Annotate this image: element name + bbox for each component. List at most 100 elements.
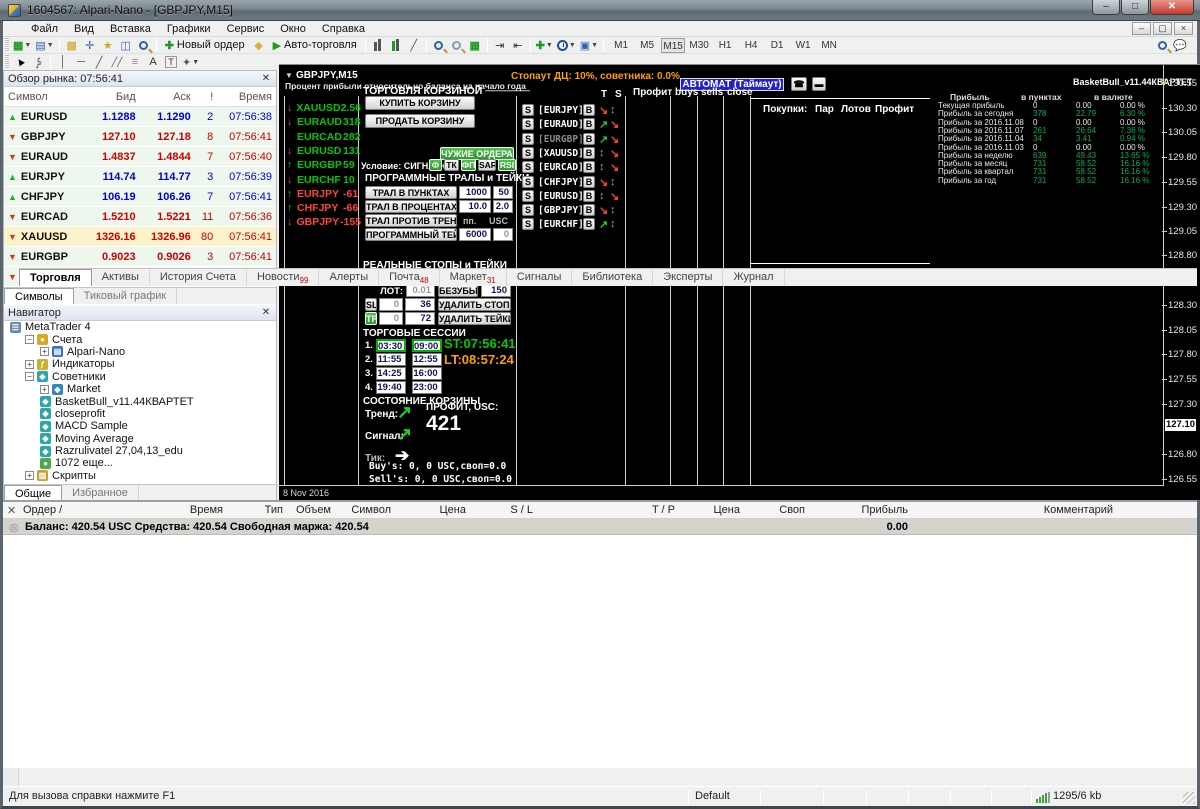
mw-column-header[interactable]: ! bbox=[195, 91, 218, 103]
terminal-tab-Почта[interactable]: Почта48 bbox=[379, 269, 440, 286]
session-from[interactable]: 19:40 bbox=[376, 381, 406, 394]
navigator-item[interactable]: ◆ BasketBull_v11.44КВАРТЕТ bbox=[4, 395, 276, 408]
sell-pair-button[interactable]: S bbox=[522, 104, 534, 116]
signal-button-ФП[interactable]: ФП bbox=[461, 159, 476, 171]
session-to[interactable]: 09:00 bbox=[412, 339, 442, 352]
trail-value-2[interactable]: 2.0 bbox=[493, 200, 513, 213]
trail-button-1[interactable]: ТРАЛ В ПРОЦЕНТАХ bbox=[365, 200, 457, 213]
market-watch-row[interactable]: ▲ EURJPY 114.74 114.77 3 07:56:39 bbox=[4, 167, 276, 187]
market-watch-row[interactable]: ▼ EURCAD 1.5210 1.5221 11 07:56:36 bbox=[4, 207, 276, 227]
horizontal-line-icon[interactable]: ─ bbox=[72, 54, 90, 70]
terminal-tab-История Счета[interactable]: История Счета bbox=[150, 269, 247, 286]
trail-button-0[interactable]: ТРАЛ В ПУНКТАХ bbox=[365, 186, 457, 199]
tree-expand-icon[interactable]: + bbox=[40, 347, 49, 357]
terminal-column-header[interactable]: Цена bbox=[678, 504, 740, 516]
timeframe-m30[interactable]: M30 bbox=[687, 38, 711, 53]
session-to[interactable]: 16:00 bbox=[412, 367, 442, 380]
metaeditor-icon[interactable]: ◆ bbox=[250, 37, 268, 53]
terminal-tab-Активы[interactable]: Активы bbox=[92, 269, 150, 286]
terminal-tab-Эксперты[interactable]: Эксперты bbox=[653, 269, 724, 286]
menu-item-4[interactable]: Сервис bbox=[219, 22, 273, 36]
mw-column-header[interactable]: Символ bbox=[4, 91, 85, 103]
navigator-item[interactable]: ◆ closeprofit bbox=[4, 408, 276, 420]
timeframe-h4[interactable]: H4 bbox=[739, 38, 763, 53]
buy-pair-button[interactable]: B bbox=[583, 218, 595, 231]
mdi-close-button[interactable]: × bbox=[1174, 22, 1193, 35]
market-watch-row[interactable]: ▼ EURAUD 1.4837 1.4844 7 07:56:40 bbox=[4, 147, 276, 167]
minimize-button[interactable]: – bbox=[1092, 0, 1120, 15]
text-icon[interactable]: A bbox=[144, 54, 162, 70]
buy-pair-button[interactable]: B bbox=[583, 189, 595, 202]
close-icon[interactable]: ✕ bbox=[260, 307, 272, 318]
signal-button-Ф[interactable]: Ф bbox=[429, 159, 442, 171]
community-icon[interactable]: 💬 bbox=[1171, 37, 1189, 53]
terminal-column-header[interactable]: Тип bbox=[233, 504, 283, 516]
buy-pair-button[interactable]: B bbox=[583, 175, 595, 188]
navigator-item[interactable]: ● 1072 еще... bbox=[4, 457, 276, 469]
new-chart-icon[interactable]: ▦ ▼ bbox=[11, 37, 33, 53]
menu-item-6[interactable]: Справка bbox=[314, 22, 373, 36]
tree-expand-icon[interactable]: + bbox=[25, 359, 34, 369]
buy-pair-button[interactable]: B bbox=[583, 118, 595, 131]
sl-value-1[interactable]: 0 bbox=[379, 298, 403, 311]
session-from[interactable]: 11:55 bbox=[376, 353, 406, 366]
bar-chart-icon[interactable] bbox=[369, 37, 387, 53]
tree-expand-icon[interactable]: + bbox=[25, 471, 34, 481]
terminal-column-header[interactable]: Прибыль bbox=[808, 504, 908, 516]
tree-expand-icon[interactable]: + bbox=[40, 384, 49, 394]
trail-value-2[interactable]: 50 bbox=[493, 186, 513, 199]
phone-icon[interactable]: ☎ bbox=[791, 77, 807, 91]
close-icon[interactable]: ✕ bbox=[260, 73, 272, 84]
sell-pair-button[interactable]: S bbox=[522, 218, 534, 231]
terminal-tab-Сигналы[interactable]: Сигналы bbox=[507, 269, 573, 286]
mdi-minimize-button[interactable]: – bbox=[1132, 22, 1151, 35]
new-order-button[interactable]: ✚ Новый ордер bbox=[160, 37, 250, 53]
timeframe-m1[interactable]: M1 bbox=[609, 38, 633, 53]
sell-pair-button[interactable]: S bbox=[522, 118, 534, 131]
periods-icon[interactable]: ▼ bbox=[555, 37, 578, 53]
signal-button-SAR[interactable]: SAR bbox=[478, 159, 496, 171]
terminal-tab-Торговля[interactable]: Торговля bbox=[19, 269, 92, 286]
market-watch-row[interactable]: ▼ XAUUSD 1326.16 1326.96 80 07:56:41 bbox=[4, 227, 276, 247]
terminal-column-header[interactable]: Цена bbox=[393, 504, 466, 516]
text-label-icon[interactable]: T bbox=[162, 54, 180, 70]
market-watch-tab-Символы[interactable]: Символы bbox=[4, 288, 74, 304]
maximize-button[interactable]: □ bbox=[1121, 0, 1149, 15]
menu-item-3[interactable]: Графики bbox=[159, 22, 219, 36]
trail-button-3[interactable]: ПРОГРАММНЫЙ ТЕЙК bbox=[365, 228, 457, 241]
terminal-tab-Новости[interactable]: Новости99 bbox=[247, 269, 320, 286]
arrows-icon[interactable]: ✦ ▼ bbox=[180, 54, 201, 70]
terminal-column-header[interactable]: S / L bbox=[468, 504, 533, 516]
sell-pair-button[interactable]: S bbox=[522, 175, 534, 188]
timeframe-m5[interactable]: M5 bbox=[635, 38, 659, 53]
navigator-icon[interactable]: ★ bbox=[99, 37, 117, 53]
menu-item-1[interactable]: Вид bbox=[66, 22, 102, 36]
market-watch-row[interactable]: ▼ EURGBP 0.9023 0.9026 3 07:56:41 bbox=[4, 247, 276, 267]
tp-value-2[interactable]: 72 bbox=[405, 312, 435, 325]
navigator-item[interactable]: + ◆ Market bbox=[4, 383, 276, 395]
sell-basket-button[interactable]: ПРОДАТЬ КОРЗИНУ bbox=[365, 114, 475, 128]
terminal-column-header[interactable]: Символ bbox=[333, 504, 391, 516]
autotrade-button[interactable]: ▶ Авто-торговля bbox=[268, 37, 362, 53]
navigator-item[interactable]: + ▥ Скрипты bbox=[4, 470, 276, 482]
status-profile[interactable]: Default bbox=[695, 790, 730, 802]
balance-row[interactable]: ◎ Баланс: 420.54 USC Средства: 420.54 Св… bbox=[3, 519, 1197, 535]
session-from[interactable]: 03:30 bbox=[376, 339, 406, 352]
buy-pair-button[interactable]: B bbox=[583, 161, 595, 174]
navigator-tab-Избранное[interactable]: Избранное bbox=[62, 485, 139, 501]
terminal-column-header[interactable]: T / P bbox=[603, 504, 675, 516]
fibonacci-icon[interactable]: ≡ bbox=[126, 54, 144, 70]
indicators-icon[interactable]: ✚ ▼ bbox=[534, 37, 555, 53]
vertical-line-icon[interactable]: │ bbox=[54, 54, 72, 70]
timeframe-h1[interactable]: H1 bbox=[713, 38, 737, 53]
sell-pair-button[interactable]: S bbox=[522, 132, 534, 145]
sl-value-2[interactable]: 36 bbox=[405, 298, 435, 311]
navigator-item[interactable]: + ▤ Alpari-Nano bbox=[4, 346, 276, 358]
chart-symbol-label[interactable]: ▼ GBPJPY,M15 bbox=[285, 69, 358, 81]
zoom-out-icon[interactable] bbox=[448, 37, 466, 53]
toolbar-grip[interactable] bbox=[5, 38, 9, 52]
tree-expand-icon[interactable]: − bbox=[25, 372, 34, 382]
resize-grip[interactable] bbox=[1183, 792, 1195, 804]
search-icon[interactable] bbox=[1153, 37, 1171, 53]
session-to[interactable]: 23:00 bbox=[412, 381, 442, 394]
